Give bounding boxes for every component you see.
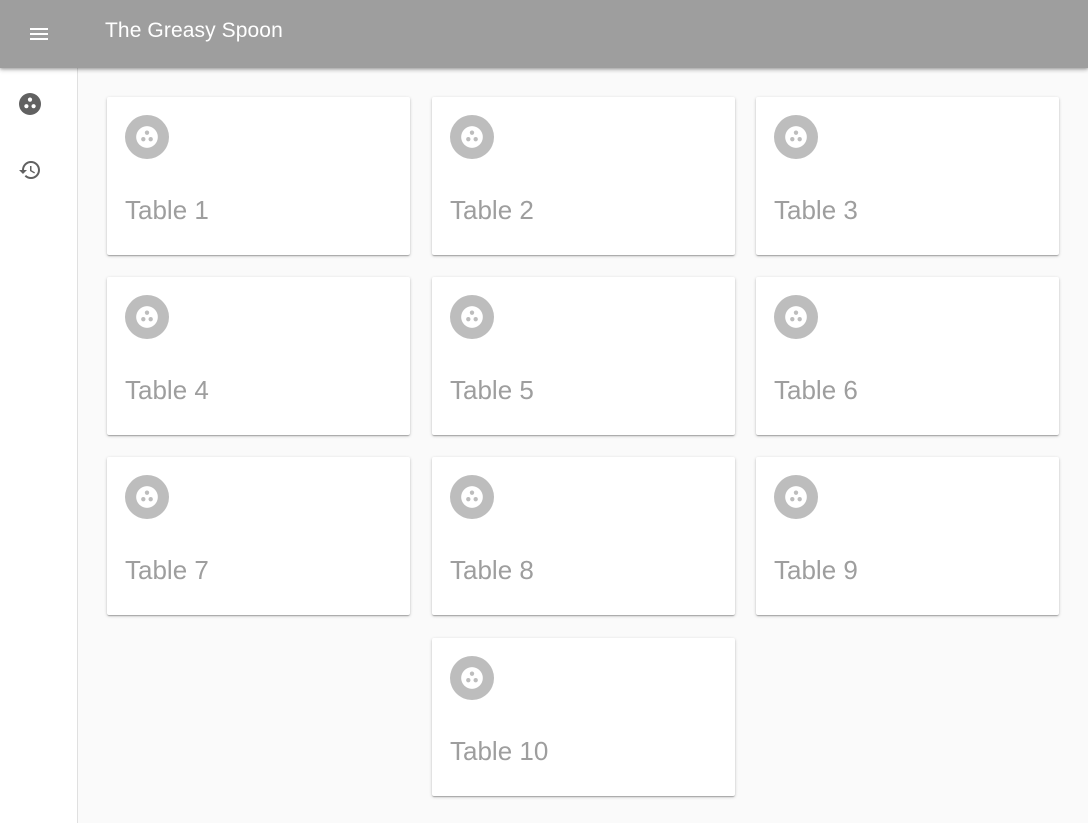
table-card-5[interactable]: Table 5 xyxy=(432,277,735,435)
table-avatar xyxy=(125,115,169,159)
sidebar xyxy=(0,68,78,823)
table-avatar xyxy=(774,475,818,519)
table-label: Table 3 xyxy=(774,195,858,225)
menu-button[interactable] xyxy=(18,13,60,55)
table-card-8[interactable]: Table 8 xyxy=(432,457,735,615)
table-avatar xyxy=(774,295,818,339)
table-label: Table 9 xyxy=(774,555,858,585)
table-icon xyxy=(136,306,158,328)
table-card-10[interactable]: Table 10 xyxy=(432,638,735,796)
table-icon xyxy=(461,306,483,328)
table-avatar xyxy=(125,475,169,519)
table-label: Table 1 xyxy=(125,195,209,225)
menu-icon xyxy=(30,28,48,40)
table-avatar xyxy=(450,115,494,159)
table-icon xyxy=(461,486,483,508)
table-card-7[interactable]: Table 7 xyxy=(107,457,410,615)
table-label: Table 6 xyxy=(774,375,858,405)
history-icon xyxy=(19,161,40,179)
table-label: Table 7 xyxy=(125,555,209,585)
table-avatar xyxy=(450,295,494,339)
table-label: Table 4 xyxy=(125,375,209,405)
table-label: Table 5 xyxy=(450,375,534,405)
table-avatar xyxy=(450,656,494,700)
table-icon xyxy=(136,486,158,508)
tables-grid: Table 1 Table 2 Table 3 Table 4 Table 5 … xyxy=(79,68,1088,823)
table-card-3[interactable]: Table 3 xyxy=(756,97,1059,255)
app-bar: The Greasy Spoon xyxy=(0,0,1088,68)
tables-icon xyxy=(19,93,41,115)
table-card-1[interactable]: Table 1 xyxy=(107,97,410,255)
table-icon xyxy=(785,306,807,328)
table-label: Table 10 xyxy=(450,736,549,766)
table-icon xyxy=(461,667,483,689)
table-card-6[interactable]: Table 6 xyxy=(756,277,1059,435)
sidebar-item-history[interactable] xyxy=(9,149,51,191)
table-label: Table 8 xyxy=(450,555,534,585)
table-icon xyxy=(785,126,807,148)
table-avatar xyxy=(774,115,818,159)
table-card-9[interactable]: Table 9 xyxy=(756,457,1059,615)
table-card-4[interactable]: Table 4 xyxy=(107,277,410,435)
table-icon xyxy=(461,126,483,148)
table-avatar xyxy=(125,295,169,339)
table-avatar xyxy=(450,475,494,519)
table-card-2[interactable]: Table 2 xyxy=(432,97,735,255)
table-label: Table 2 xyxy=(450,195,534,225)
sidebar-item-tables[interactable] xyxy=(9,83,51,125)
table-icon xyxy=(136,126,158,148)
table-icon xyxy=(785,486,807,508)
app-title: The Greasy Spoon xyxy=(105,19,283,42)
